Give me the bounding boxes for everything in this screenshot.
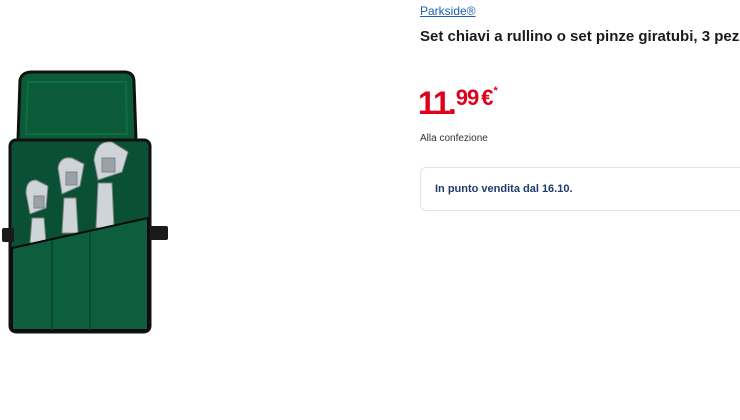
price-currency: € [481, 85, 493, 110]
price-separator: . [447, 85, 457, 121]
unit-label: Alla confezione [420, 133, 488, 144]
availability-text: In punto vendita dal 16.10. [435, 183, 573, 195]
price-decimal: 99 [455, 85, 480, 110]
product-price: 11.99 €* [418, 85, 498, 121]
price-footnote-marker[interactable]: * [493, 85, 497, 97]
product-title: Set chiavi a rullino o set pinze giratub… [420, 28, 740, 45]
price-integer: 11 [418, 85, 451, 121]
brand-link[interactable]: Parkside® [420, 4, 476, 18]
availability-box: In punto vendita dal 16.10. [420, 167, 740, 211]
product-image[interactable] [0, 68, 185, 348]
